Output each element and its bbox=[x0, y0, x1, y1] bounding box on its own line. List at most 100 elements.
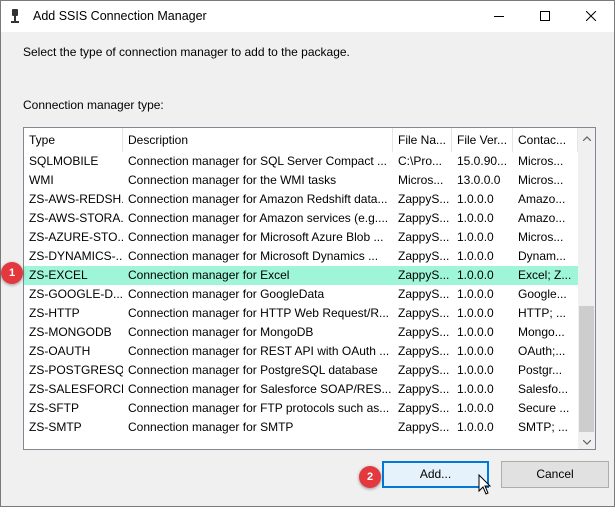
cell-description: Connection manager for SMTP bbox=[128, 420, 294, 434]
maximize-icon bbox=[540, 10, 550, 24]
cell-file-name: ZappyS... bbox=[398, 192, 450, 206]
column-header-contact[interactable]: Contac... bbox=[513, 128, 578, 152]
cell-type: ZS-SALESFORCE bbox=[29, 382, 123, 396]
chevron-up-icon bbox=[582, 130, 591, 144]
cell-contact: OAuth;... bbox=[518, 344, 566, 358]
cell-file-version: 1.0.0.0 bbox=[457, 363, 494, 377]
cell-file-version: 1.0.0.0 bbox=[457, 211, 494, 225]
step-2-callout: 2 bbox=[359, 466, 381, 488]
scrollbar-thumb[interactable] bbox=[579, 306, 594, 432]
instruction-text: Select the type of connection manager to… bbox=[23, 45, 350, 59]
cell-description: Connection manager for HTTP Web Request/… bbox=[128, 306, 390, 320]
cell-file-version: 1.0.0.0 bbox=[457, 287, 494, 301]
table-row[interactable]: ZS-AWS-REDSH... Connection manager for Am… bbox=[24, 190, 578, 209]
cell-type: ZS-AWS-REDSH... bbox=[29, 192, 123, 206]
close-icon bbox=[585, 10, 597, 24]
cell-type: ZS-HTTP bbox=[29, 306, 80, 320]
cell-file-name: ZappyS... bbox=[398, 306, 450, 320]
cell-file-name: ZappyS... bbox=[398, 211, 450, 225]
scroll-up-button[interactable] bbox=[578, 128, 595, 145]
add-button[interactable]: Add... bbox=[382, 461, 489, 488]
cell-contact: Micros... bbox=[518, 230, 564, 244]
connection-type-list[interactable]: Type Description File Na... File Ver... … bbox=[23, 127, 596, 450]
table-row[interactable]: ZS-AWS-STORA... Connection manager for Am… bbox=[24, 209, 578, 228]
cell-type: ZS-DYNAMICS-... bbox=[29, 249, 123, 263]
title-bar[interactable]: Add SSIS Connection Manager bbox=[1, 1, 614, 32]
table-row[interactable]: ZS-AZURE-STO... Connection manager for Mi… bbox=[24, 228, 578, 247]
cancel-button[interactable]: Cancel bbox=[501, 461, 609, 488]
cell-file-version: 1.0.0.0 bbox=[457, 306, 494, 320]
table-row[interactable]: ZS-DYNAMICS-... Connection manager for Mi… bbox=[24, 247, 578, 266]
column-header-file-name[interactable]: File Na... bbox=[393, 128, 452, 152]
dialog-window: Add SSIS Connection Manager Select the t… bbox=[0, 0, 615, 507]
cell-description: Connection manager for Salesforce SOAP/R… bbox=[128, 382, 392, 396]
cell-contact: Mongo... bbox=[518, 325, 565, 339]
cell-type: WMI bbox=[29, 173, 54, 187]
cell-type: ZS-EXCEL bbox=[29, 268, 88, 282]
table-row[interactable]: ZS-SMTP Connection manager for SMTP ZappyS… bbox=[24, 418, 578, 437]
table-row[interactable]: ZS-POSTGRESQL Connection manager for Post… bbox=[24, 361, 578, 380]
cell-description: Connection manager for MongoDB bbox=[128, 325, 314, 339]
cell-file-version: 13.0.0.0 bbox=[457, 173, 501, 187]
list-header: Type Description File Na... File Ver... … bbox=[24, 128, 578, 152]
ssis-package-icon bbox=[9, 9, 21, 25]
cell-description: Connection manager for SQL Server Compac… bbox=[128, 154, 388, 168]
close-button[interactable] bbox=[568, 1, 614, 32]
cell-file-version: 1.0.0.0 bbox=[457, 382, 494, 396]
cell-file-version: 1.0.0.0 bbox=[457, 268, 494, 282]
cell-description: Connection manager for Amazon services (… bbox=[128, 211, 389, 225]
cell-file-version: 15.0.90... bbox=[457, 154, 508, 168]
cell-file-name: ZappyS... bbox=[398, 420, 450, 434]
table-row[interactable]: WMI Connection manager for the WMI tasks M… bbox=[24, 171, 578, 190]
cell-contact: Micros... bbox=[518, 154, 564, 168]
table-row[interactable]: ZS-GOOGLE-D... Connection manager for Goo… bbox=[24, 285, 578, 304]
table-row[interactable]: SQLMOBILE Connection manager for SQL Serv… bbox=[24, 152, 578, 171]
column-header-type[interactable]: Type bbox=[24, 128, 123, 152]
table-row[interactable]: ZS-HTTP Connection manager for HTTP Web R… bbox=[24, 304, 578, 323]
cell-contact: HTTP; ... bbox=[518, 306, 566, 320]
table-row[interactable]: ZS-SALESFORCE Connection manager for Sale… bbox=[24, 380, 578, 399]
chevron-down-icon bbox=[582, 434, 591, 448]
cell-file-version: 1.0.0.0 bbox=[457, 230, 494, 244]
cell-description: Connection manager for Amazon Redshift d… bbox=[128, 192, 388, 206]
cell-type: ZS-GOOGLE-D... bbox=[29, 287, 123, 301]
minimize-button[interactable] bbox=[476, 1, 522, 32]
column-header-file-version[interactable]: File Ver... bbox=[452, 128, 513, 152]
cell-type: ZS-POSTGRESQL bbox=[29, 363, 123, 377]
cell-type: ZS-SFTP bbox=[29, 401, 79, 415]
cell-description: Connection manager for Excel bbox=[128, 268, 290, 282]
cell-description: Connection manager for the WMI tasks bbox=[128, 173, 337, 187]
cell-file-version: 1.0.0.0 bbox=[457, 249, 494, 263]
cell-contact: Dynam... bbox=[518, 249, 567, 263]
cell-contact: Salesfo... bbox=[518, 382, 569, 396]
cell-file-version: 1.0.0.0 bbox=[457, 401, 494, 415]
cell-contact: Amazo... bbox=[518, 211, 566, 225]
cell-file-name: Micros... bbox=[398, 173, 444, 187]
cell-file-name: ZappyS... bbox=[398, 382, 450, 396]
cell-file-version: 1.0.0.0 bbox=[457, 420, 494, 434]
cell-file-name: ZappyS... bbox=[398, 344, 450, 358]
cell-contact: Google... bbox=[518, 287, 567, 301]
mouse-pointer-icon bbox=[478, 473, 492, 496]
cell-type: ZS-MONGODB bbox=[29, 325, 112, 339]
cell-description: Connection manager for PostgreSQL databa… bbox=[128, 363, 378, 377]
table-row[interactable]: ZS-MONGODB Connection manager for MongoDB… bbox=[24, 323, 578, 342]
column-header-description[interactable]: Description bbox=[123, 128, 393, 152]
cell-description: Connection manager for Microsoft Azure B… bbox=[128, 230, 384, 244]
table-row-selected[interactable]: ZS-EXCEL Connection manager for Excel Zapp… bbox=[24, 266, 578, 285]
cell-description: Connection manager for FTP protocols suc… bbox=[128, 401, 390, 415]
scroll-down-button[interactable] bbox=[578, 432, 595, 449]
cell-file-name: ZappyS... bbox=[398, 401, 450, 415]
cell-description: Connection manager for REST API with OAu… bbox=[128, 344, 390, 358]
maximize-button[interactable] bbox=[522, 1, 568, 32]
table-row[interactable]: ZS-OAUTH Connection manager for REST API … bbox=[24, 342, 578, 361]
cell-type: ZS-AWS-STORA... bbox=[29, 211, 123, 225]
table-row[interactable]: ZS-SFTP Connection manager for FTP protoc… bbox=[24, 399, 578, 418]
cell-contact: Postgr... bbox=[518, 363, 563, 377]
cell-contact: Micros... bbox=[518, 173, 564, 187]
cell-description: Connection manager for GoogleData bbox=[128, 287, 325, 301]
cell-type: ZS-AZURE-STO... bbox=[29, 230, 123, 244]
step-1-callout: 1 bbox=[1, 262, 23, 284]
vertical-scrollbar[interactable] bbox=[578, 128, 595, 449]
cell-file-version: 1.0.0.0 bbox=[457, 325, 494, 339]
